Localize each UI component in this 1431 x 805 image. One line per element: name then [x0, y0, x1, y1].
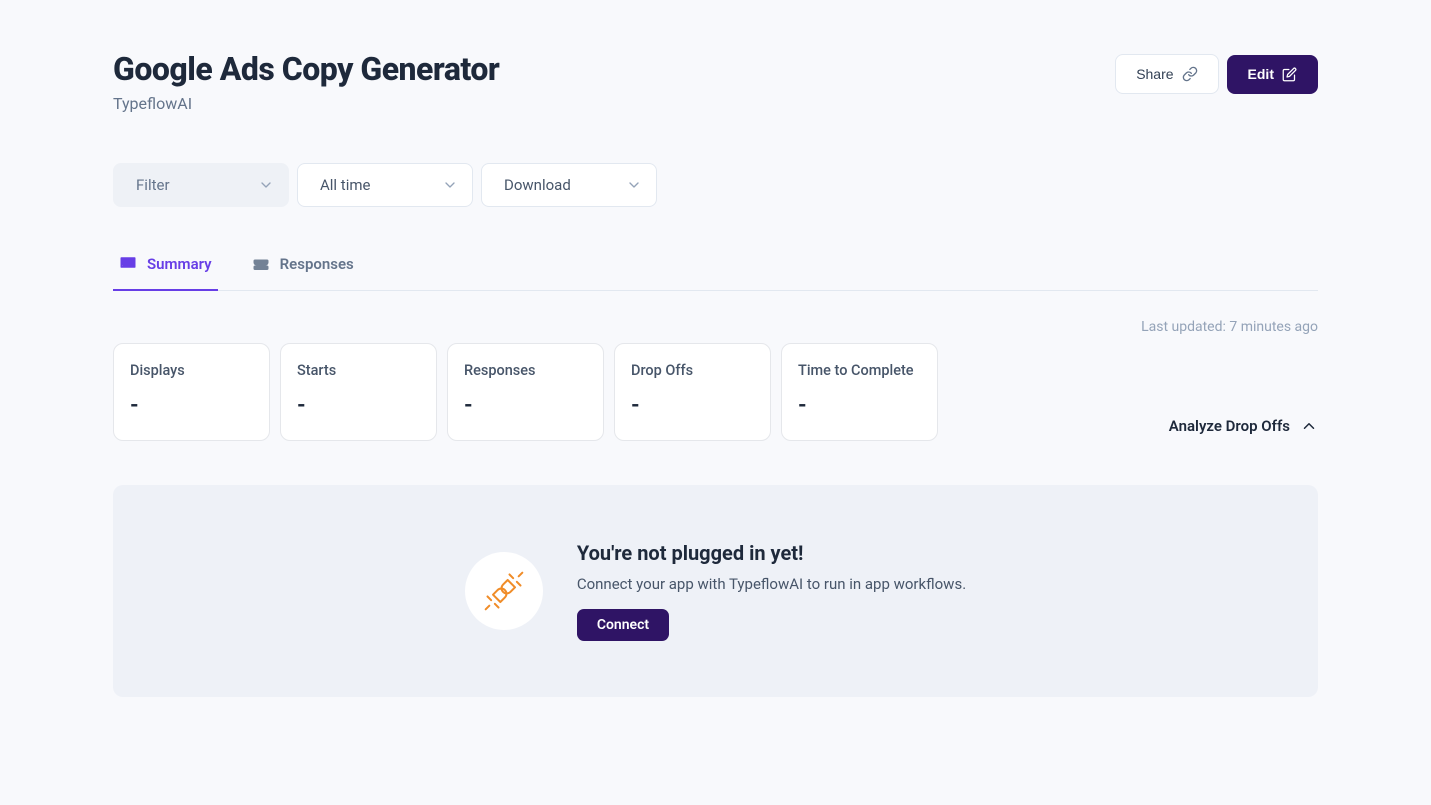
stat-label: Responses: [464, 362, 587, 379]
stats-section: Last updated: 7 minutes ago Displays - S…: [113, 319, 1318, 441]
stat-card-responses: Responses -: [447, 343, 604, 441]
connect-button-label: Connect: [597, 617, 649, 633]
time-select-label: All time: [320, 176, 370, 194]
inbox-stack-icon: [252, 255, 270, 273]
stat-value: -: [798, 393, 921, 418]
stats-row: Displays - Starts - Responses - Drop Off…: [113, 343, 1318, 441]
stat-value: -: [631, 393, 754, 418]
share-button-label: Share: [1136, 67, 1173, 81]
stat-value: -: [297, 393, 420, 418]
edit-button-label: Edit: [1248, 67, 1274, 81]
link-icon: [1182, 66, 1198, 82]
chevron-down-icon: [258, 177, 274, 193]
stat-label: Starts: [297, 362, 420, 379]
stat-card-starts: Starts -: [280, 343, 437, 441]
page-title: Google Ads Copy Generator: [113, 50, 499, 88]
analyze-dropoffs-label: Analyze Drop Offs: [1169, 417, 1290, 435]
tab-responses[interactable]: Responses: [246, 255, 360, 291]
stat-value: -: [130, 393, 253, 418]
stat-card-time-complete: Time to Complete -: [781, 343, 938, 441]
page-subtitle: TypeflowAI: [113, 94, 499, 113]
plug-icon: [482, 569, 526, 613]
header-row: Google Ads Copy Generator TypeflowAI Sha…: [113, 50, 1318, 113]
header-actions: Share Edit: [1115, 54, 1318, 94]
connect-text: You're not plugged in yet! Connect your …: [577, 541, 966, 641]
stat-label: Time to Complete: [798, 362, 921, 379]
tabs: Summary Responses: [113, 255, 1318, 291]
filters-row: Filter All time Download: [113, 163, 1318, 207]
filter-select[interactable]: Filter: [113, 163, 289, 207]
chevron-down-icon: [626, 177, 642, 193]
stat-label: Drop Offs: [631, 362, 754, 379]
tab-summary[interactable]: Summary: [113, 255, 218, 291]
title-block: Google Ads Copy Generator TypeflowAI: [113, 50, 499, 113]
chevron-down-icon: [442, 177, 458, 193]
filter-select-label: Filter: [136, 176, 170, 194]
download-select[interactable]: Download: [481, 163, 657, 207]
analyze-column: Analyze Drop Offs: [948, 343, 1318, 441]
connect-description: Connect your app with TypeflowAI to run …: [577, 575, 966, 593]
stat-label: Displays: [130, 362, 253, 379]
last-updated: Last updated: 7 minutes ago: [113, 319, 1318, 335]
chevron-up-icon: [1300, 417, 1318, 435]
time-select[interactable]: All time: [297, 163, 473, 207]
plug-icon-circle: [465, 552, 543, 630]
edit-button[interactable]: Edit: [1227, 55, 1318, 94]
share-button[interactable]: Share: [1115, 54, 1218, 94]
connect-panel: You're not plugged in yet! Connect your …: [113, 485, 1318, 697]
stat-card-displays: Displays -: [113, 343, 270, 441]
presentation-chart-icon: [119, 255, 137, 273]
download-select-label: Download: [504, 176, 571, 194]
stat-value: -: [464, 393, 587, 418]
edit-icon: [1282, 67, 1297, 82]
connect-title: You're not plugged in yet!: [577, 541, 966, 565]
stat-card-dropoffs: Drop Offs -: [614, 343, 771, 441]
connect-button[interactable]: Connect: [577, 609, 669, 641]
tab-summary-label: Summary: [147, 255, 212, 273]
tab-responses-label: Responses: [280, 255, 354, 273]
analyze-dropoffs-toggle[interactable]: Analyze Drop Offs: [1169, 417, 1318, 435]
